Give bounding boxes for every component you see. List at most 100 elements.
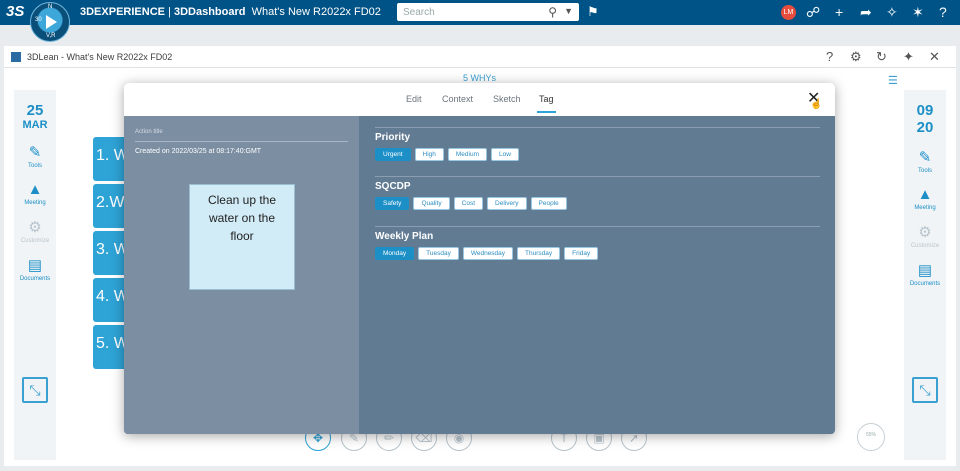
- top-bar: 3S N 30 V,R 3DEXPERIENCE | 3DDashboard W…: [0, 0, 960, 42]
- help-icon[interactable]: ?: [939, 4, 947, 20]
- widget-header: 3DLean - What's New R2022x FD02 ? ⚙ ↻ ✦ …: [4, 46, 956, 68]
- sidebar-item-documents[interactable]: ▤ Documents: [904, 261, 946, 287]
- share-icon[interactable]: ➦: [860, 4, 872, 21]
- sidebar-item-customize[interactable]: ⚙ Customize: [14, 218, 56, 244]
- tab-context[interactable]: Context: [442, 94, 473, 104]
- sqcdp-section: SQCDP Safety Quality Cost Delivery Peopl…: [375, 176, 820, 210]
- search-icon[interactable]: ⚲: [548, 5, 557, 19]
- sidebar-item-documents[interactable]: ▤ Documents: [14, 256, 56, 282]
- priority-section: Priority Urgent High Medium Low: [375, 127, 820, 161]
- weekly-chip-wednesday[interactable]: Wednesday: [462, 247, 514, 260]
- sidebar-item-customize[interactable]: ⚙ Customize: [904, 223, 946, 249]
- refresh-icon[interactable]: ↻: [876, 49, 887, 65]
- section-label: Priority: [375, 132, 411, 143]
- divider: [375, 127, 820, 128]
- customize-icon: ⚙: [918, 224, 932, 241]
- date-month: MAR: [22, 119, 48, 131]
- zoom-indicator[interactable]: 55%: [857, 423, 885, 451]
- sidebar-item-label: Customize: [910, 243, 940, 249]
- chat-icon[interactable]: ☍: [806, 4, 820, 21]
- board-title: 5 WHYs: [463, 73, 497, 83]
- dashboard-title[interactable]: What's New R2022x FD02: [252, 6, 381, 18]
- sidebar-item-tools[interactable]: ✎ Tools: [14, 143, 56, 169]
- sidebar-item-meeting[interactable]: ▲ Meeting: [904, 186, 946, 211]
- avatar[interactable]: LM: [781, 5, 796, 20]
- zoom-label: 55%: [865, 432, 876, 438]
- tools-icon: ✎: [918, 149, 932, 166]
- compass-icon[interactable]: N 30 V,R: [30, 2, 70, 42]
- sidebar-item-tools[interactable]: ✎ Tools: [904, 148, 946, 174]
- pin-icon[interactable]: ✦: [903, 49, 914, 65]
- divider: [375, 176, 820, 177]
- documents-icon: ▤: [27, 257, 43, 274]
- action-modal: Edit Context Sketch Tag ✕ ☝ Action title…: [124, 83, 835, 434]
- sidebar-item-label: Documents: [19, 276, 51, 282]
- brand-logo: 3S: [6, 3, 25, 20]
- priority-chip-medium[interactable]: Medium: [447, 148, 488, 161]
- compass-vr: V,R: [46, 33, 56, 39]
- help-icon[interactable]: ?: [826, 49, 833, 64]
- play-icon: [46, 15, 57, 29]
- sidebar-item-label: Meeting: [24, 200, 46, 206]
- sidebar-item-label: Tools: [27, 163, 42, 169]
- modal-tab-bar: Edit Context Sketch Tag ✕ ☝: [124, 83, 835, 116]
- weekly-chip-tuesday[interactable]: Tuesday: [418, 247, 459, 260]
- tag-icon[interactable]: ⚑: [587, 4, 599, 20]
- right-sidebar: 09 20 ✎ Tools ▲ Meeting ⚙ Customize ▤ Do…: [904, 90, 946, 460]
- close-icon[interactable]: ✕: [929, 49, 940, 65]
- divider: [135, 141, 348, 142]
- gear-icon[interactable]: ⚙: [850, 49, 862, 65]
- priority-chip-high[interactable]: High: [414, 148, 444, 161]
- weekly-chip-monday[interactable]: Monday: [375, 247, 415, 260]
- sqcdp-chip-quality[interactable]: Quality: [413, 197, 450, 210]
- date-month: 20: [916, 119, 934, 136]
- expand-icon[interactable]: ⤡: [912, 377, 938, 403]
- widget-title: 3DLean - What's New R2022x FD02: [27, 52, 173, 62]
- sqcdp-chip-cost[interactable]: Cost: [453, 197, 484, 210]
- tab-tag[interactable]: Tag: [537, 94, 555, 113]
- section-label: SQCDP: [375, 181, 411, 192]
- meeting-icon: ▲: [917, 186, 933, 203]
- sidebar-item-meeting[interactable]: ▲ Meeting: [14, 181, 56, 206]
- left-sidebar: 25 MAR ✎ Tools ▲ Meeting ⚙ Customize ▤ D…: [14, 90, 56, 460]
- search-input[interactable]: Search ⚲ ▼: [397, 3, 579, 21]
- tab-edit[interactable]: Edit: [406, 94, 422, 104]
- priority-chip-low[interactable]: Low: [491, 148, 519, 161]
- weekly-plan-section: Weekly Plan Monday Tuesday Wednesday Thu…: [375, 226, 820, 260]
- menu-icon[interactable]: ☰: [888, 74, 898, 87]
- sticky-note[interactable]: Clean up the water on the floor: [189, 184, 295, 290]
- date-day: 09: [916, 102, 934, 119]
- dashboard-name: 3DDashboard: [173, 6, 246, 18]
- add-icon[interactable]: +: [835, 4, 843, 20]
- weekly-chip-friday[interactable]: Friday: [564, 247, 599, 260]
- tag-panel: Priority Urgent High Medium Low SQCDP Sa…: [359, 116, 835, 434]
- sidebar-item-label: Customize: [20, 238, 50, 244]
- apps-icon[interactable]: ✶: [912, 4, 924, 21]
- pointer-cursor-icon: ☝: [810, 99, 823, 110]
- priority-chip-urgent[interactable]: Urgent: [375, 148, 411, 161]
- date-day: 25: [26, 102, 44, 119]
- weekly-chip-thursday[interactable]: Thursday: [517, 247, 561, 260]
- chevron-down-icon[interactable]: ▼: [564, 6, 573, 16]
- sidebar-item-label: Documents: [909, 281, 941, 287]
- app-name: 3DEXPERIENCE: [80, 6, 165, 18]
- compass-north: N: [48, 4, 53, 10]
- sqcdp-chip-people[interactable]: People: [530, 197, 567, 210]
- widget-app-icon: [11, 52, 21, 62]
- sqcdp-chip-delivery[interactable]: Delivery: [487, 197, 527, 210]
- sqcdp-chip-safety[interactable]: Safety: [375, 197, 410, 210]
- tools-icon: ✎: [28, 144, 42, 161]
- created-timestamp: Created on 2022/03/25 at 08:17:40:GMT: [135, 148, 262, 155]
- action-details-panel: Action title Created on 2022/03/25 at 08…: [124, 116, 359, 434]
- network-icon[interactable]: ✧: [886, 4, 898, 21]
- tab-sketch[interactable]: Sketch: [493, 94, 521, 104]
- documents-icon: ▤: [917, 262, 933, 279]
- sidebar-item-label: Meeting: [914, 205, 936, 211]
- expand-icon[interactable]: ⤡: [22, 377, 48, 403]
- meeting-icon: ▲: [27, 181, 43, 198]
- divider: [375, 226, 820, 227]
- action-title-label: Action title: [135, 129, 163, 135]
- customize-icon: ⚙: [28, 219, 42, 236]
- sidebar-item-label: Tools: [917, 168, 932, 174]
- section-label: Weekly Plan: [375, 231, 434, 242]
